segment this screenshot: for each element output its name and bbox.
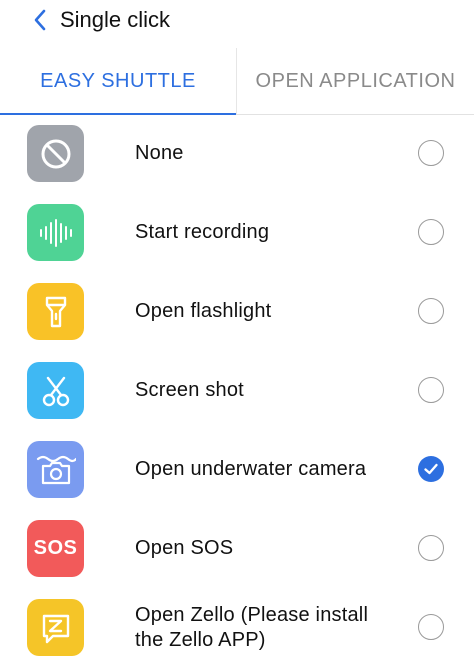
tab-label: EASY SHUTTLE xyxy=(40,69,196,92)
option-radio[interactable] xyxy=(418,298,444,324)
option-label: Open underwater camera xyxy=(135,458,367,480)
tab-open-application[interactable]: OPEN APPLICATION xyxy=(237,48,474,114)
scissors-icon xyxy=(27,362,84,419)
block-icon xyxy=(27,125,84,182)
back-button[interactable] xyxy=(26,6,54,34)
option-none[interactable]: None xyxy=(0,114,474,193)
option-radio[interactable] xyxy=(418,219,444,245)
zello-icon xyxy=(27,599,84,656)
option-label: Open SOS xyxy=(135,537,234,559)
option-open-sos[interactable]: SOS Open SOS xyxy=(0,509,474,588)
chevron-left-icon xyxy=(34,9,46,31)
option-radio[interactable] xyxy=(418,614,444,640)
sound-wave-icon xyxy=(27,204,84,261)
sos-icon-text: SOS xyxy=(33,537,78,559)
option-label: Start recording xyxy=(135,221,270,243)
option-label: Open flashlight xyxy=(135,300,272,322)
option-radio-checked[interactable] xyxy=(418,456,444,482)
option-label: Screen shot xyxy=(135,379,244,401)
option-screen-shot[interactable]: Screen shot xyxy=(0,351,474,430)
sos-icon: SOS xyxy=(27,520,84,577)
option-label-line2: the Zello APP) xyxy=(135,628,266,651)
tab-bar: EASY SHUTTLE OPEN APPLICATION xyxy=(0,48,474,115)
tab-easy-shuttle[interactable]: EASY SHUTTLE xyxy=(0,48,236,115)
checkmark-icon xyxy=(424,463,438,475)
option-list: None Start recording Open flashlight Scr… xyxy=(0,114,474,667)
option-label-line1: Open Zello (Please install xyxy=(135,603,369,626)
option-open-flashlight[interactable]: Open flashlight xyxy=(0,272,474,351)
option-label: None xyxy=(135,142,184,164)
underwater-camera-icon xyxy=(27,441,84,498)
option-radio[interactable] xyxy=(418,535,444,561)
page-title: Single click xyxy=(60,7,171,32)
option-radio[interactable] xyxy=(418,377,444,403)
top-bar: Single click xyxy=(0,0,474,44)
option-label: Open Zello (Please install the Zello APP… xyxy=(135,588,395,667)
option-open-zello[interactable]: Open Zello (Please install the Zello APP… xyxy=(0,588,474,667)
flashlight-icon xyxy=(27,283,84,340)
option-start-recording[interactable]: Start recording xyxy=(0,193,474,272)
option-radio[interactable] xyxy=(418,140,444,166)
tab-label: OPEN APPLICATION xyxy=(255,69,456,92)
option-open-underwater-camera[interactable]: Open underwater camera xyxy=(0,430,474,509)
